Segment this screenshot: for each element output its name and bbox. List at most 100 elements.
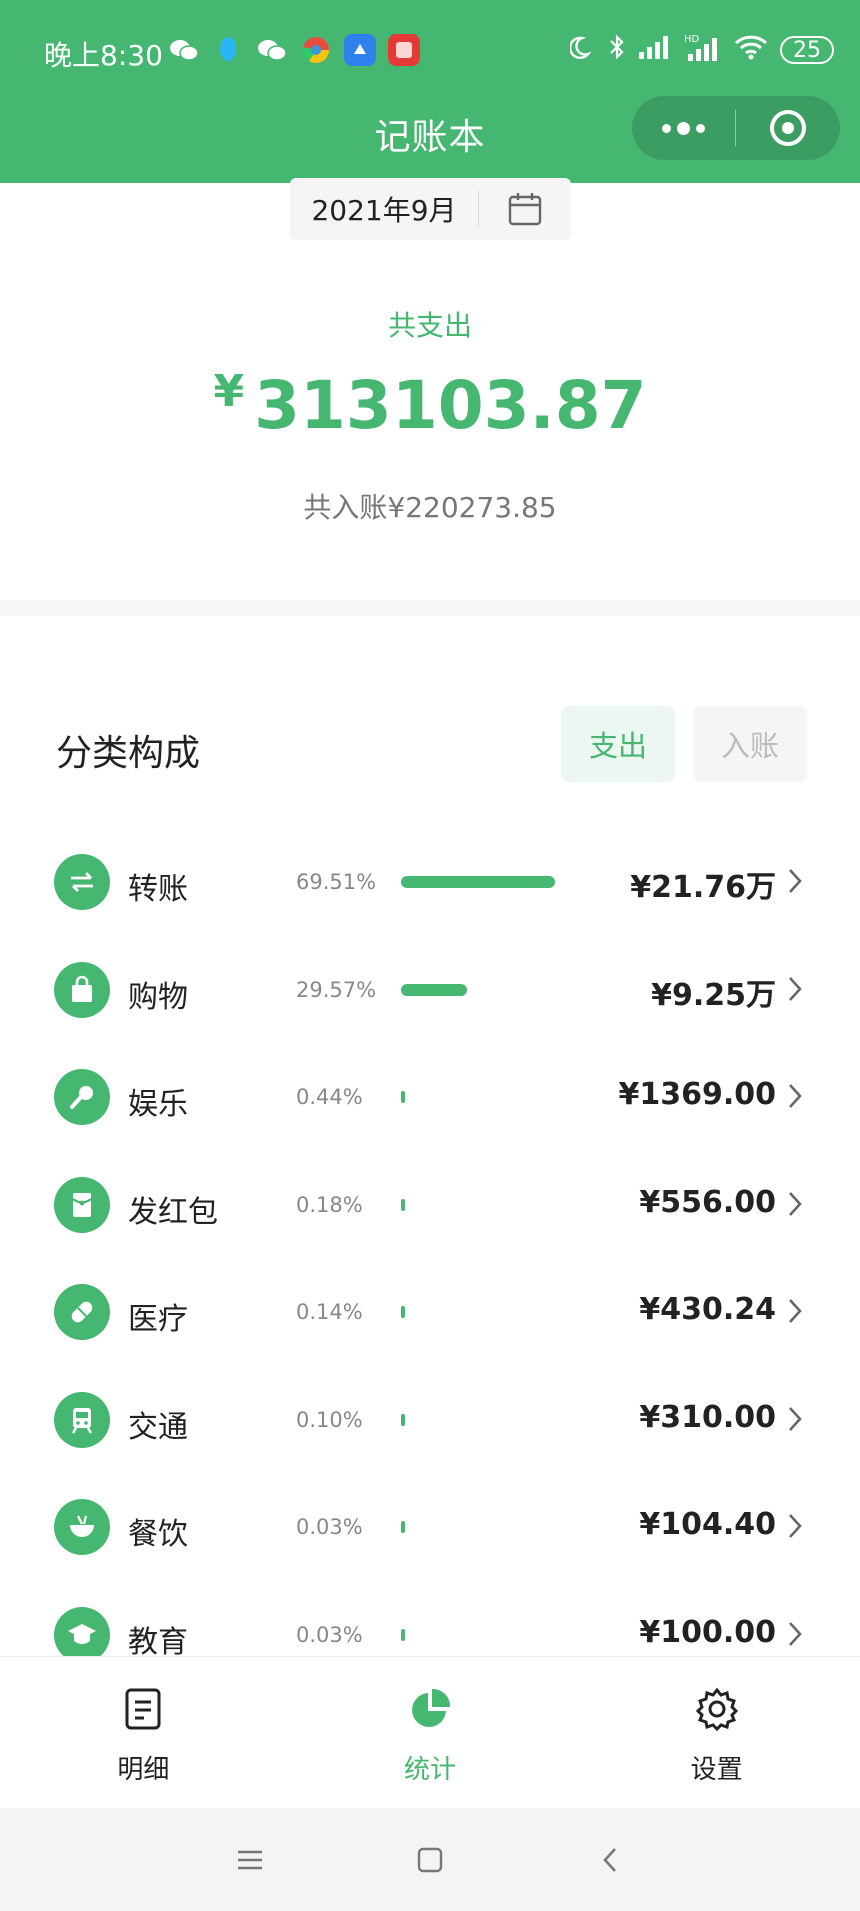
document-icon [123, 1687, 163, 1735]
category-section-title: 分类构成 [56, 733, 201, 774]
close-miniprogram-button[interactable] [736, 96, 840, 160]
total-expense-value: 313103.87 [254, 367, 647, 444]
bowl-icon [54, 1499, 110, 1555]
category-share-bar [401, 1413, 405, 1426]
transfer-icon [54, 854, 110, 910]
category-percent: 0.10% [296, 1407, 363, 1432]
category-share-bar [401, 1521, 405, 1533]
section-divider [0, 600, 860, 616]
category-name: 交通 [128, 1409, 188, 1445]
train-icon [54, 1391, 110, 1448]
chrome-like-icon [300, 34, 332, 66]
tab-settings[interactable]: 设置 [573, 1657, 860, 1808]
tab-label: 统计 [404, 1755, 457, 1785]
expense-toggle-button[interactable]: 支出 [561, 706, 675, 782]
signal-icon [638, 34, 672, 66]
target-icon [770, 110, 806, 146]
tab-label: 明细 [117, 1755, 170, 1785]
bottom-tab-bar: 明细 统计 设置 [0, 1656, 860, 1808]
category-percent: 0.14% [296, 1300, 363, 1324]
category-amount: ¥310.00 [639, 1399, 776, 1435]
month-picker[interactable]: 2021年9月 [290, 178, 571, 240]
category-share-bar [401, 1198, 405, 1211]
category-percent: 69.51% [296, 870, 377, 894]
chevron-right-icon [786, 1511, 804, 1541]
more-dot-icon [696, 123, 705, 133]
category-amount: ¥1369.00 [618, 1077, 776, 1112]
wechat-icon [168, 34, 200, 66]
category-amount: ¥104.40 [639, 1507, 776, 1542]
shopping-bag-icon [54, 961, 110, 1018]
more-dot-icon [662, 123, 671, 133]
category-amount: ¥430.24 [639, 1292, 776, 1327]
category-list: 转账 69.51% ¥21.76万 购物 29.57% ¥9.25万 娱乐 0.44% ¥136… [0, 834, 860, 1694]
header: 晚上8:30 HD 25 记账本 [0, 0, 860, 183]
chevron-right-icon [786, 1619, 804, 1649]
category-share-bar [401, 1628, 405, 1641]
category-percent: 0.44% [296, 1085, 363, 1109]
category-percent: 0.18% [296, 1192, 363, 1217]
chevron-right-icon [786, 866, 804, 896]
category-row[interactable]: 餐饮 0.03% ¥104.40 [0, 1479, 860, 1587]
category-name: 购物 [128, 979, 188, 1015]
calendar-icon[interactable] [479, 191, 571, 227]
category-row[interactable]: 娱乐 0.44% ¥1369.00 [0, 1049, 860, 1157]
chevron-right-icon [786, 1189, 804, 1219]
month-value: 2021年9月 [311, 194, 457, 227]
total-expense-amount: ¥313103.87 [0, 366, 860, 444]
category-share-bar [401, 1306, 405, 1318]
gear-icon [695, 1687, 739, 1735]
status-bar: 晚上8:30 HD 25 [0, 0, 860, 100]
category-row[interactable]: 购物 29.57% ¥9.25万 [0, 942, 860, 1050]
bluetooth-icon [608, 33, 626, 67]
graduation-cap-icon [54, 1606, 110, 1663]
wifi-icon [734, 34, 768, 66]
moon-icon [568, 34, 596, 66]
red-app-icon [388, 34, 420, 66]
tab-statistics[interactable]: 统计 [287, 1657, 574, 1808]
category-share-bar [401, 1091, 405, 1103]
home-icon[interactable] [410, 1840, 450, 1880]
category-amount: ¥556.00 [639, 1184, 776, 1220]
category-row[interactable]: 交通 0.10% ¥310.00 [0, 1372, 860, 1480]
category-percent: 0.03% [296, 1622, 363, 1647]
category-row[interactable]: 发红包 0.18% ¥556.00 [0, 1157, 860, 1265]
microphone-icon [54, 1069, 110, 1125]
category-name: 娱乐 [128, 1087, 188, 1122]
chevron-right-icon [786, 1404, 804, 1434]
app-root: 晚上8:30 HD 25 记账本 2021年9月 共支出 ¥ 313103.87… [0, 0, 860, 1911]
category-share-bar [401, 983, 467, 996]
back-icon[interactable] [590, 1840, 630, 1880]
more-dot-icon [677, 121, 690, 135]
more-menu-button[interactable] [632, 96, 735, 160]
hd-label: HD [684, 34, 700, 45]
qq-icon [212, 34, 244, 66]
menu-icon[interactable] [230, 1840, 270, 1880]
tab-label: 设置 [690, 1755, 743, 1785]
chevron-right-icon [786, 1081, 804, 1111]
total-income-text: 共入账¥220273.85 [303, 491, 557, 524]
red-envelope-icon [54, 1176, 110, 1233]
category-amount: ¥100.00 [639, 1614, 776, 1650]
category-row[interactable]: 医疗 0.14% ¥430.24 [0, 1264, 860, 1372]
chevron-right-icon [786, 974, 804, 1004]
tab-details[interactable]: 明细 [0, 1657, 287, 1808]
category-percent: 29.57% [296, 977, 377, 1002]
status-time: 晚上8:30 [44, 39, 163, 72]
signal-hd-icon: HD [684, 32, 722, 68]
currency-symbol: ¥ [213, 366, 245, 417]
pie-chart-icon [408, 1687, 452, 1735]
income-toggle-button[interactable]: 入账 [693, 706, 807, 782]
category-name: 医疗 [128, 1302, 188, 1337]
category-row[interactable]: 转账 69.51% ¥21.76万 [0, 834, 860, 942]
category-name: 餐饮 [128, 1517, 188, 1552]
category-name: 教育 [128, 1624, 188, 1660]
system-navigation-bar [0, 1808, 860, 1911]
miniprogram-capsule [632, 96, 840, 160]
pill-icon [54, 1284, 110, 1340]
notification-icons [168, 34, 420, 66]
category-name: 发红包 [128, 1194, 218, 1230]
category-share-bar [401, 876, 556, 888]
category-amount: ¥21.76万 [630, 870, 776, 905]
battery-indicator: 25 [780, 36, 834, 64]
